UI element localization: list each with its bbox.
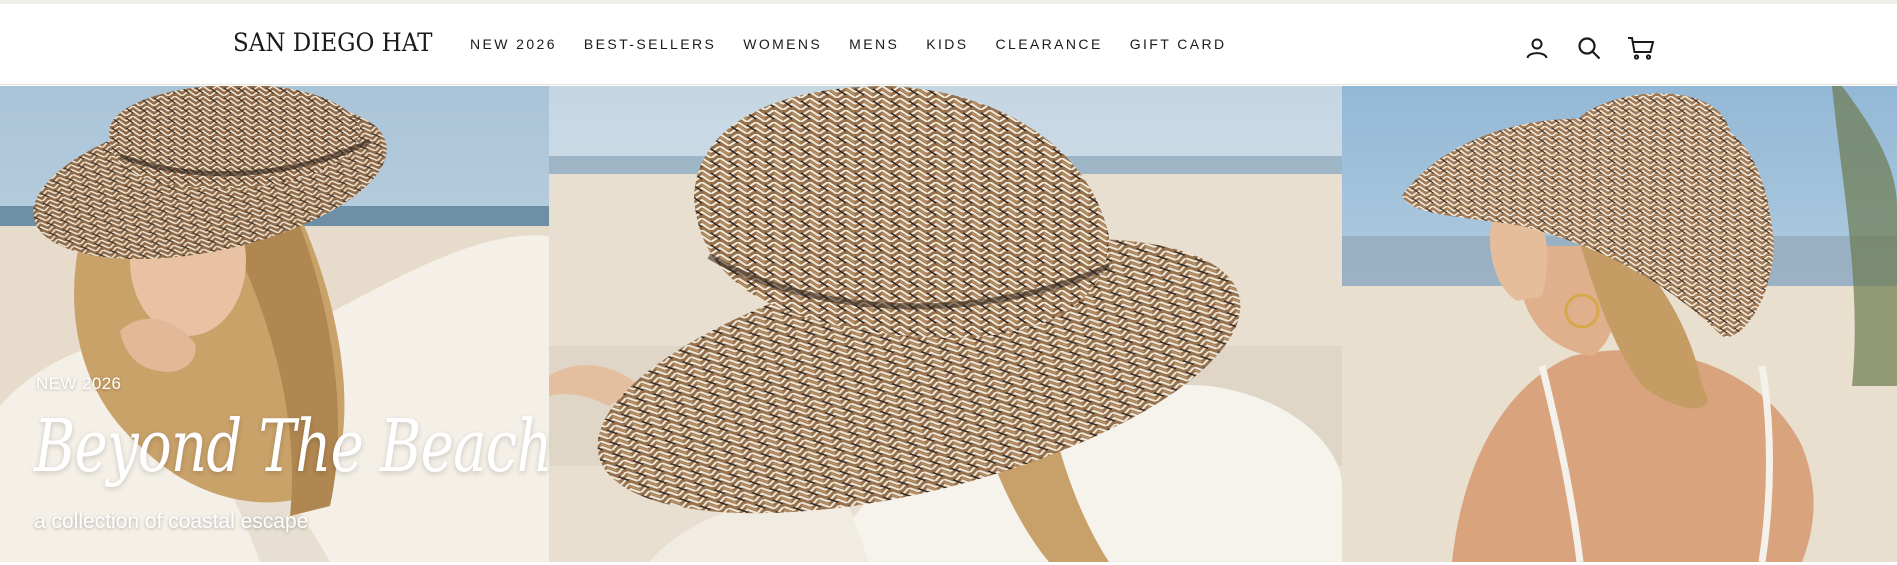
hero-subline: a collection of coastal escape bbox=[34, 510, 309, 533]
account-icon[interactable] bbox=[1523, 34, 1551, 62]
hero-eyebrow: NEW 2026 bbox=[36, 374, 122, 393]
hero-image-center bbox=[549, 86, 1342, 562]
nav-kids[interactable]: KIDS bbox=[926, 36, 968, 52]
hero-image-right bbox=[1342, 86, 1897, 562]
search-icon[interactable] bbox=[1575, 34, 1603, 62]
hero-headline: Beyond The Beach bbox=[34, 404, 553, 488]
hero-image-left bbox=[0, 86, 549, 562]
nav-gift-card[interactable]: GIFT CARD bbox=[1130, 36, 1227, 52]
site-header: SAN DIEGO HAT NEW 2026 BEST-SELLERS WOME… bbox=[0, 4, 1897, 85]
nav-clearance[interactable]: CLEARANCE bbox=[996, 36, 1103, 52]
nav-womens[interactable]: WOMENS bbox=[743, 36, 822, 52]
brand-logo[interactable]: SAN DIEGO HAT bbox=[233, 28, 432, 57]
header-icons bbox=[1523, 34, 1655, 62]
main-nav: NEW 2026 BEST-SELLERS WOMENS MENS KIDS C… bbox=[470, 36, 1253, 52]
nav-mens[interactable]: MENS bbox=[849, 36, 899, 52]
hero-banner[interactable]: NEW 2026 Beyond The Beach a collection o… bbox=[0, 86, 1897, 562]
cart-icon[interactable] bbox=[1627, 34, 1655, 62]
nav-new-2026[interactable]: NEW 2026 bbox=[470, 36, 557, 52]
nav-best-sellers[interactable]: BEST-SELLERS bbox=[584, 36, 716, 52]
